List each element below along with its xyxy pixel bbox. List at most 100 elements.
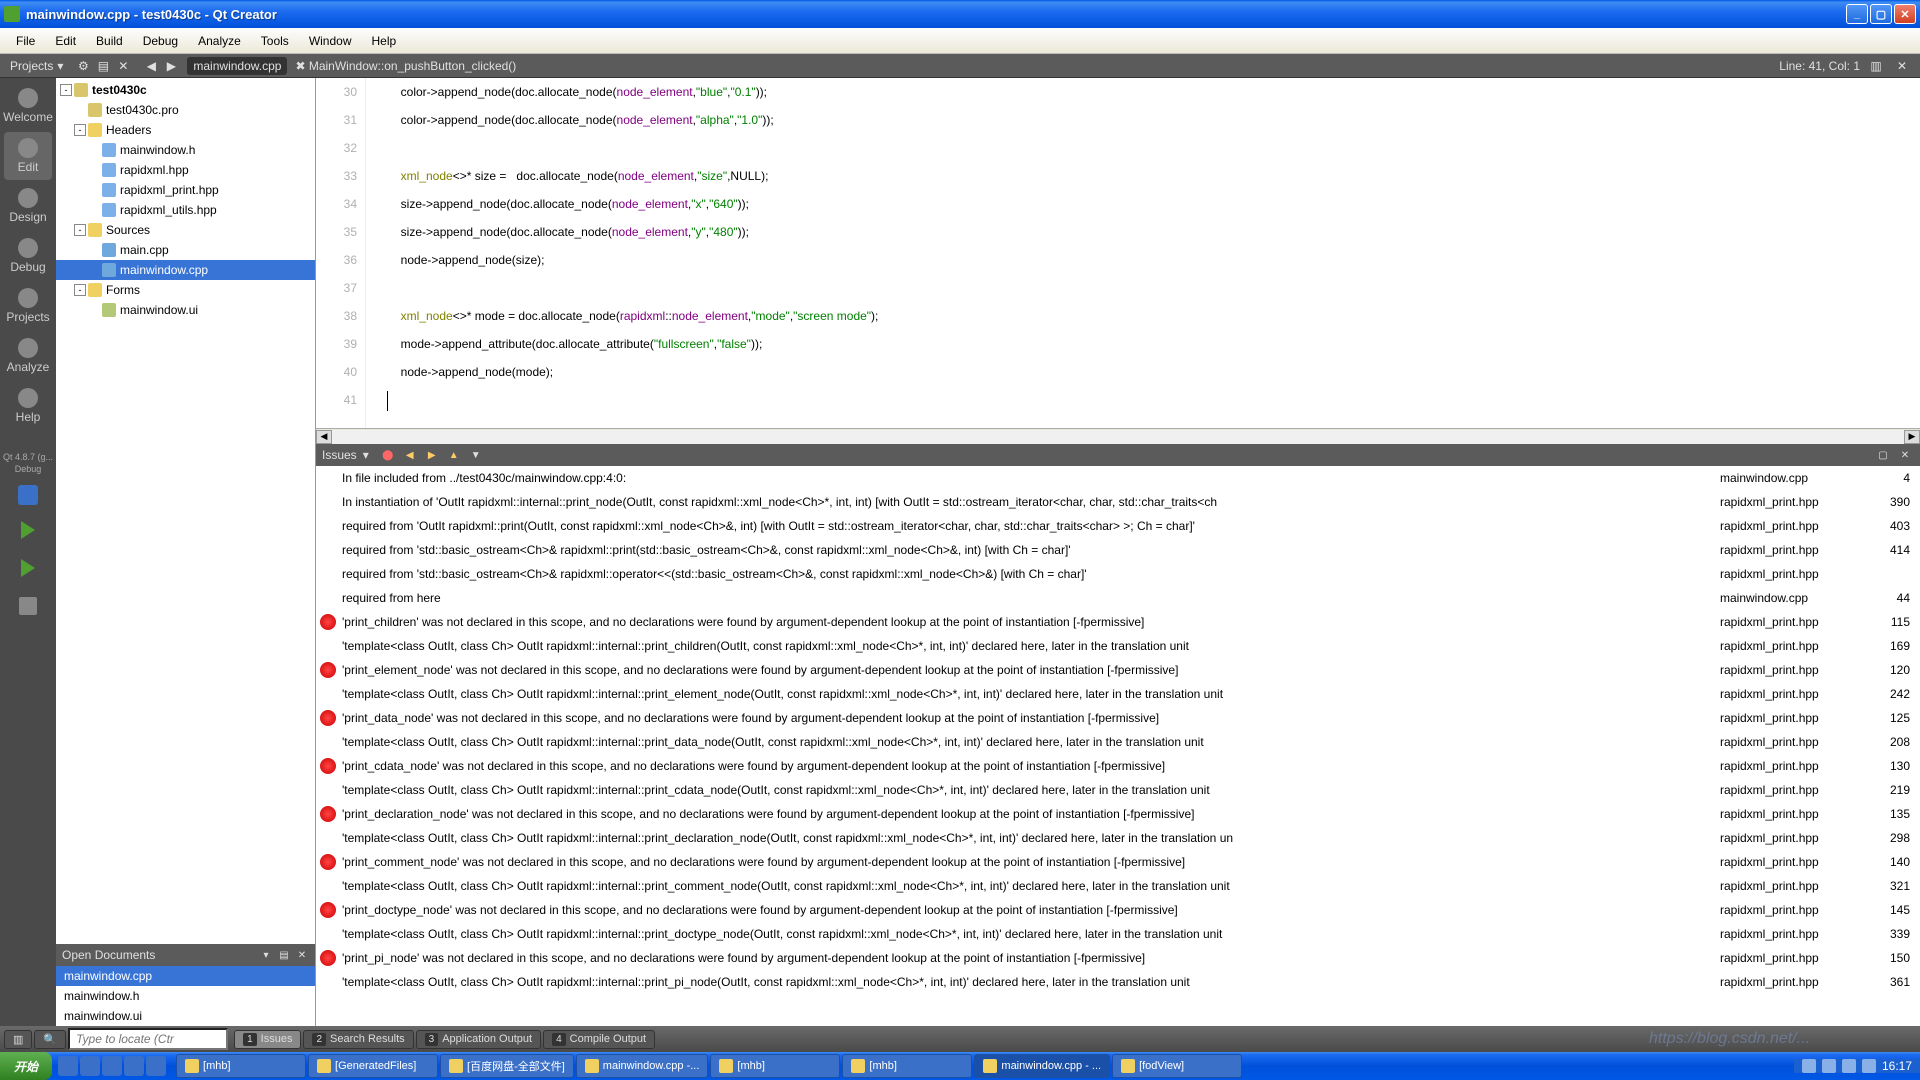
expand-toggle[interactable]: - xyxy=(60,84,72,96)
issue-row[interactable]: In instantiation of 'OutIt rapidxml::int… xyxy=(316,490,1920,514)
issue-row[interactable]: 'template<class OutIt, class Ch> OutIt r… xyxy=(316,970,1920,994)
tree-item[interactable]: rapidxml_print.hpp xyxy=(56,180,315,200)
horizontal-scrollbar[interactable]: ◀ ▶ xyxy=(316,428,1920,444)
nav-back-icon[interactable]: ◀ xyxy=(141,56,161,76)
issue-row[interactable]: 'print_cdata_node' was not declared in t… xyxy=(316,754,1920,778)
issue-row[interactable]: 'template<class OutIt, class Ch> OutIt r… xyxy=(316,874,1920,898)
quick-launch-icon[interactable] xyxy=(80,1056,100,1076)
tree-item[interactable]: -Forms xyxy=(56,280,315,300)
output-tab[interactable]: 4Compile Output xyxy=(543,1030,655,1049)
tray-icon[interactable] xyxy=(1822,1059,1836,1073)
symbol-breadcrumb[interactable]: ✖ MainWindow::on_pushButton_clicked() xyxy=(287,59,524,73)
quick-launch-icon[interactable] xyxy=(146,1056,166,1076)
tree-item[interactable]: main.cpp xyxy=(56,240,315,260)
menu-edit[interactable]: Edit xyxy=(45,31,86,51)
expand-toggle[interactable]: - xyxy=(74,224,86,236)
project-tree[interactable]: -test0430ctest0430c.pro-Headersmainwindo… xyxy=(56,78,315,944)
code-editor[interactable]: 303132333435363738394041 color->append_n… xyxy=(316,78,1920,428)
next-issue-icon[interactable]: ▶ xyxy=(423,447,441,463)
split-icon[interactable]: ▤ xyxy=(93,56,113,76)
taskbar-task[interactable]: [百度网盘-全部文件] xyxy=(440,1054,574,1078)
issues-list[interactable]: In file included from ../test0430c/mainw… xyxy=(316,466,1920,1026)
start-button[interactable]: 开始 xyxy=(0,1052,52,1080)
tree-item[interactable]: rapidxml.hpp xyxy=(56,160,315,180)
issue-row[interactable]: required from 'std::basic_ostream<Ch>& r… xyxy=(316,562,1920,586)
scroll-left-icon[interactable]: ◀ xyxy=(316,430,332,444)
tree-item[interactable]: -Sources xyxy=(56,220,315,240)
menu-tools[interactable]: Tools xyxy=(251,31,299,51)
taskbar-task[interactable]: [mhb] xyxy=(710,1054,840,1078)
code-lines[interactable]: color->append_node(doc.allocate_node(nod… xyxy=(366,78,1920,428)
tree-item[interactable]: test0430c.pro xyxy=(56,100,315,120)
tree-item[interactable]: -test0430c xyxy=(56,80,315,100)
split-editor-icon[interactable]: ▥ xyxy=(1866,56,1886,76)
target-selector[interactable] xyxy=(18,485,38,505)
issue-row[interactable]: required from heremainwindow.cpp44 xyxy=(316,586,1920,610)
menu-file[interactable]: File xyxy=(6,31,45,51)
tree-item[interactable]: mainwindow.h xyxy=(56,140,315,160)
issue-row[interactable]: 'template<class OutIt, class Ch> OutIt r… xyxy=(316,682,1920,706)
maximize-pane-icon[interactable]: ▢ xyxy=(1874,447,1892,463)
output-tab[interactable]: 2Search Results xyxy=(303,1030,413,1049)
kit-selector[interactable]: Qt 4.8.7 (g...Debug xyxy=(3,452,53,475)
maximize-button[interactable]: ▢ xyxy=(1870,4,1892,24)
issue-row[interactable]: required from 'std::basic_ostream<Ch>& r… xyxy=(316,538,1920,562)
chevron-down-icon[interactable]: ▾ xyxy=(259,948,273,962)
issue-row[interactable]: In file included from ../test0430c/mainw… xyxy=(316,466,1920,490)
close-button[interactable]: ✕ xyxy=(1894,4,1916,24)
issue-row[interactable]: 'template<class OutIt, class Ch> OutIt r… xyxy=(316,730,1920,754)
mode-help[interactable]: Help xyxy=(4,382,52,430)
mode-debug[interactable]: Debug xyxy=(4,232,52,280)
issue-row[interactable]: 'print_pi_node' was not declared in this… xyxy=(316,946,1920,970)
taskbar-task[interactable]: [mhb] xyxy=(176,1054,306,1078)
open-documents-list[interactable]: mainwindow.cppmainwindow.hmainwindow.ui xyxy=(56,966,315,1026)
split-icon[interactable]: ▤ xyxy=(277,948,291,962)
filter-icon[interactable]: ▼ xyxy=(467,447,485,463)
tray-icon[interactable] xyxy=(1802,1059,1816,1073)
tray-icon[interactable] xyxy=(1862,1059,1876,1073)
issue-row[interactable]: required from 'OutIt rapidxml::print(Out… xyxy=(316,514,1920,538)
expand-toggle[interactable]: - xyxy=(74,284,86,296)
debug-run-button[interactable] xyxy=(12,555,44,581)
minimize-button[interactable]: _ xyxy=(1846,4,1868,24)
issue-row[interactable]: 'print_element_node' was not declared in… xyxy=(316,658,1920,682)
issue-row[interactable]: 'print_children' was not declared in thi… xyxy=(316,610,1920,634)
clock[interactable]: 16:17 xyxy=(1882,1059,1912,1073)
tray-icon[interactable] xyxy=(1842,1059,1856,1073)
close-icon[interactable]: ✕ xyxy=(295,948,309,962)
filter-error-icon[interactable]: ⬤ xyxy=(379,447,397,463)
file-breadcrumb[interactable]: mainwindow.cpp xyxy=(187,57,287,75)
nav-fwd-icon[interactable]: ▶ xyxy=(161,56,181,76)
expand-toggle[interactable]: - xyxy=(74,124,86,136)
filter-icon[interactable]: ⚙ xyxy=(73,56,93,76)
locator-input[interactable] xyxy=(68,1028,228,1050)
toggle-sidebar-button[interactable]: ▥ xyxy=(4,1030,32,1049)
output-tab[interactable]: 1Issues xyxy=(234,1030,301,1049)
mode-analyze[interactable]: Analyze xyxy=(4,332,52,380)
chevron-down-icon[interactable]: ▾ xyxy=(363,448,369,462)
open-doc-item[interactable]: mainwindow.h xyxy=(56,986,315,1006)
issue-row[interactable]: 'template<class OutIt, class Ch> OutIt r… xyxy=(316,826,1920,850)
close-pane-icon[interactable]: ✕ xyxy=(1896,447,1914,463)
quick-launch-icon[interactable] xyxy=(58,1056,78,1076)
open-doc-item[interactable]: mainwindow.ui xyxy=(56,1006,315,1026)
tree-item[interactable]: mainwindow.ui xyxy=(56,300,315,320)
issue-row[interactable]: 'print_data_node' was not declared in th… xyxy=(316,706,1920,730)
tree-item[interactable]: rapidxml_utils.hpp xyxy=(56,200,315,220)
mode-design[interactable]: Design xyxy=(4,182,52,230)
taskbar-task[interactable]: [fodView] xyxy=(1112,1054,1242,1078)
run-button[interactable] xyxy=(12,517,44,543)
issue-row[interactable]: 'print_doctype_node' was not declared in… xyxy=(316,898,1920,922)
issue-row[interactable]: 'print_comment_node' was not declared in… xyxy=(316,850,1920,874)
close-editor-icon[interactable]: ✕ xyxy=(1892,56,1912,76)
tree-item[interactable]: -Headers xyxy=(56,120,315,140)
menu-help[interactable]: Help xyxy=(362,31,407,51)
issue-row[interactable]: 'template<class OutIt, class Ch> OutIt r… xyxy=(316,922,1920,946)
issue-row[interactable]: 'template<class OutIt, class Ch> OutIt r… xyxy=(316,634,1920,658)
filter-warning-icon[interactable]: ▲ xyxy=(445,447,463,463)
build-button[interactable] xyxy=(12,593,44,619)
issue-row[interactable]: 'template<class OutIt, class Ch> OutIt r… xyxy=(316,778,1920,802)
prev-issue-icon[interactable]: ◀ xyxy=(401,447,419,463)
menu-debug[interactable]: Debug xyxy=(133,31,188,51)
mode-edit[interactable]: Edit xyxy=(4,132,52,180)
